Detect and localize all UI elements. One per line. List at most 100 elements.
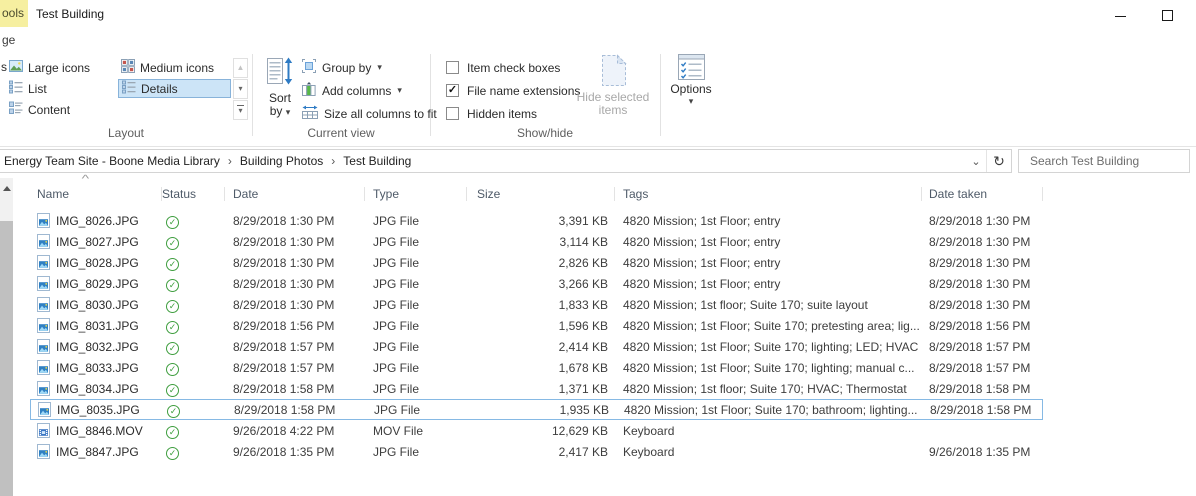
column-header-status[interactable]: Status — [162, 182, 225, 206]
table-row[interactable]: IMG_8027.JPG ✓ 8/29/2018 1:30 PM JPG File 3,… — [30, 231, 1043, 252]
item-check-boxes-checkbox[interactable]: Item check boxes — [446, 57, 560, 78]
status-cell: ✓ — [162, 253, 225, 273]
options-button[interactable]: Options ▾ — [660, 54, 722, 107]
gallery-scroll-up-button[interactable]: ▲ — [233, 58, 248, 78]
table-row[interactable]: IMG_8034.JPG ✓ 8/29/2018 1:58 PM JPG File 1,… — [30, 378, 1043, 399]
table-row[interactable]: IMG_8035.JPG ✓ 8/29/2018 1:58 PM JPG File 1,… — [30, 399, 1043, 420]
address-bar[interactable]: Energy Team Site - Boone Media Library ›… — [0, 149, 1012, 173]
view-content[interactable]: Content — [6, 100, 73, 119]
table-row[interactable]: IMG_8028.JPG ✓ 8/29/2018 1:30 PM JPG File 2,… — [30, 252, 1043, 273]
hide-selected-items-icon — [599, 54, 627, 90]
date-cell: 8/29/2018 1:30 PM — [233, 255, 335, 270]
table-row[interactable]: IMG_8846.MOV ✓ 9/26/2018 4:22 PM MOV File 12… — [30, 420, 1043, 441]
column-header-tags[interactable]: Tags — [615, 182, 922, 206]
table-row[interactable]: IMG_8029.JPG ✓ 8/29/2018 1:30 PM JPG File 3,… — [30, 273, 1043, 294]
up-triangle — [2, 186, 11, 191]
view-list[interactable]: List — [6, 79, 50, 98]
date-taken-cell: 8/29/2018 1:57 PM — [929, 339, 1031, 354]
date-cell: 8/29/2018 1:30 PM — [233, 276, 335, 291]
search-box[interactable] — [1018, 149, 1190, 173]
view-details[interactable]: Details — [118, 79, 231, 98]
view-item-label: Content — [28, 102, 71, 117]
table-row[interactable]: IMG_8031.JPG ✓ 8/29/2018 1:56 PM JPG File 1,… — [30, 315, 1043, 336]
column-header-date-taken[interactable]: Date taken — [922, 182, 1043, 206]
tags-cell: Keyboard — [623, 423, 675, 438]
size-cell: 1,935 KB — [559, 402, 609, 417]
synced-status-icon: ✓ — [166, 278, 179, 292]
table-row[interactable]: IMG_8030.JPG ✓ 8/29/2018 1:30 PM JPG File 1,… — [30, 294, 1043, 315]
synced-status-icon: ✓ — [166, 446, 179, 460]
type-cell: JPG File — [373, 360, 420, 375]
minimize-button[interactable] — [1099, 0, 1141, 30]
sort-by-button[interactable]: Sort by ▾ — [256, 55, 304, 119]
breadcrumb-item-building-photos[interactable]: Building Photos — [235, 154, 328, 168]
options-icon — [677, 54, 705, 83]
file-name-cell: IMG_8028.JPG — [30, 253, 162, 273]
synced-status-icon: ✓ — [166, 215, 179, 229]
synced-status-icon: ✓ — [166, 236, 179, 250]
column-header-type[interactable]: Type — [365, 182, 467, 206]
file-name-cell: IMG_8033.JPG — [30, 358, 162, 378]
size-cell: 1,678 KB — [558, 360, 608, 375]
date-cell: 8/29/2018 1:58 PM — [234, 402, 336, 417]
size-all-columns-button[interactable]: Size all columns to fit — [302, 103, 437, 124]
date-taken-cell: 8/29/2018 1:30 PM — [929, 297, 1031, 312]
file-name: IMG_8029.JPG — [56, 276, 139, 291]
gallery-scroll-down-button[interactable]: ▾ — [233, 79, 248, 99]
breadcrumb-item-test-building[interactable]: Test Building — [338, 154, 416, 168]
view-large-icons[interactable]: Large icons — [6, 58, 93, 77]
jpg-file-icon — [37, 234, 50, 249]
file-name: IMG_8032.JPG — [56, 339, 139, 354]
synced-status-icon: ✓ — [166, 320, 179, 334]
column-header-date[interactable]: Date — [225, 182, 365, 206]
breadcrumb-item-library[interactable]: Energy Team Site - Boone Media Library — [4, 154, 225, 168]
jpg-file-icon — [37, 213, 50, 228]
details-view-icon — [122, 80, 136, 97]
search-input[interactable] — [1019, 150, 1189, 172]
size-cell: 3,266 KB — [558, 276, 608, 291]
column-header-name[interactable]: Name — [30, 182, 162, 206]
tags-cell: 4820 Mission; 1st Floor; Suite 170; bath… — [624, 402, 918, 417]
breadcrumb-separator-icon[interactable]: › — [225, 154, 235, 168]
file-name-extensions-checkbox[interactable]: ✓ File name extensions — [446, 80, 580, 101]
maximize-button[interactable] — [1146, 0, 1188, 30]
refresh-icon[interactable]: ↻ — [987, 153, 1011, 170]
view-medium-icons[interactable]: Medium icons — [118, 58, 217, 77]
scrollbar-up-arrow-icon[interactable] — [0, 186, 13, 206]
breadcrumb-separator-icon[interactable]: › — [328, 154, 338, 168]
jpg-file-icon — [37, 318, 50, 333]
add-columns-button[interactable]: Add columns ▾ — [302, 80, 402, 101]
file-name-cell: IMG_8026.JPG — [30, 211, 162, 231]
gallery-more-button[interactable]: ▾ — [233, 100, 248, 120]
synced-status-icon: ✓ — [166, 383, 179, 397]
view-item-label: Details — [141, 81, 178, 96]
nav-pane-scrollbar[interactable] — [0, 178, 13, 496]
current-view-group-label: Current view — [307, 126, 375, 140]
date-taken-cell: 8/29/2018 1:57 PM — [929, 360, 1031, 375]
type-cell: JPG File — [373, 213, 420, 228]
jpg-file-icon — [37, 276, 50, 291]
scrollbar-thumb[interactable] — [0, 221, 13, 496]
group-by-button[interactable]: Group by ▾ — [302, 57, 382, 78]
table-row[interactable]: IMG_8033.JPG ✓ 8/29/2018 1:57 PM JPG File 1,… — [30, 357, 1043, 378]
table-row[interactable]: IMG_8026.JPG ✓ 8/29/2018 1:30 PM JPG File 3,… — [30, 210, 1043, 231]
hidden-items-checkbox[interactable]: Hidden items — [446, 103, 537, 124]
manage-ribbon-tab[interactable]: ge — [0, 31, 15, 50]
content-view-icon — [9, 101, 23, 118]
date-cell: 9/26/2018 1:35 PM — [233, 444, 335, 459]
date-cell: 9/26/2018 4:22 PM — [233, 423, 335, 438]
date-taken-cell: 8/29/2018 1:58 PM — [929, 381, 1031, 396]
column-header-size[interactable]: Size — [467, 182, 615, 206]
hide-selected-items-button[interactable]: Hide selected items — [570, 54, 656, 117]
type-cell: JPG File — [373, 318, 420, 333]
address-dropdown-chevron-icon[interactable]: ⌄ — [966, 155, 986, 168]
group-by-caret-icon: ▾ — [377, 62, 382, 72]
group-by-label: Group by — [322, 60, 372, 75]
date-cell: 8/29/2018 1:58 PM — [233, 381, 335, 396]
jpg-file-icon — [37, 381, 50, 396]
picture-tools-contextual-tab[interactable]: ools — [0, 0, 28, 27]
table-row[interactable]: IMG_8032.JPG ✓ 8/29/2018 1:57 PM JPG File 2,… — [30, 336, 1043, 357]
ribbon: s Large icons List Content Medium icons — [0, 50, 1196, 147]
table-row[interactable]: IMG_8847.JPG ✓ 9/26/2018 1:35 PM JPG File 2,… — [30, 441, 1043, 462]
file-name-cell: IMG_8847.JPG — [30, 442, 162, 462]
